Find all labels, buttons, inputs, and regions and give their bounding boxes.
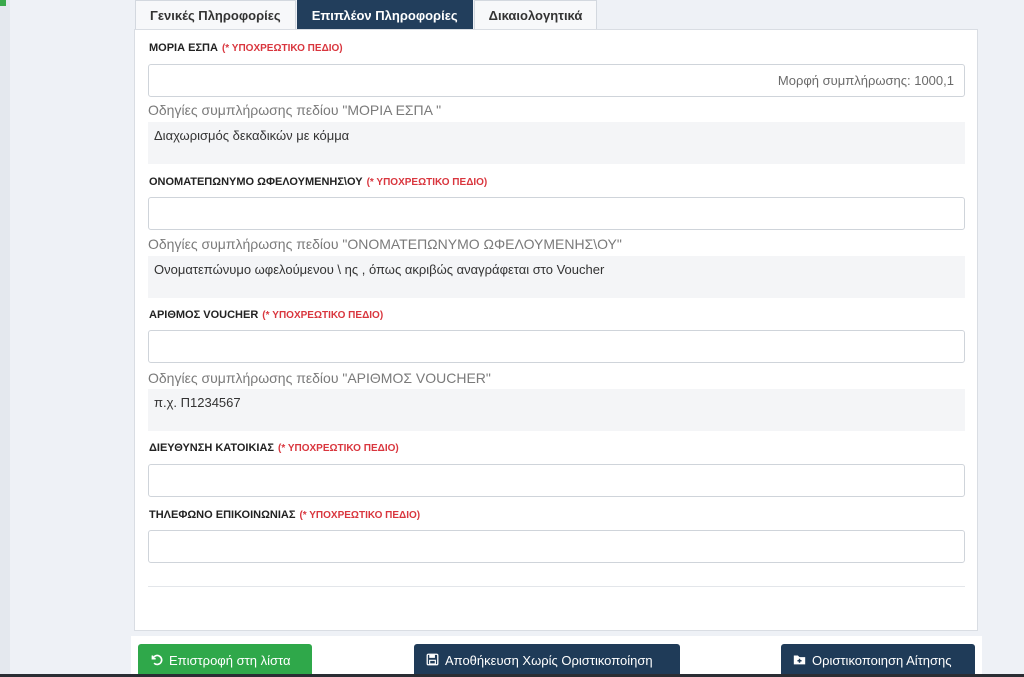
address-label: ΔΙΕΥΘΥΝΣΗ ΚΑΤΟΙΚΙΑΣ (* ΥΠΟΧΡΕΩΤΙΚΟ ΠΕΔΙΟ) [149,442,399,454]
required-marker: (* ΥΠΟΧΡΕΩΤΙΚΟ ΠΕΔΙΟ) [278,443,399,454]
back-button-label: Επιστροφή στη λίστα [169,653,291,668]
floppy-disk-icon [426,653,439,669]
finalize-application-button[interactable]: Οριστικοποιηση Αίτησης [781,644,975,677]
voucher-hint-title: Οδηγίες συμπλήρωσης πεδίου "ΑΡΙΘΜΟΣ VOUC… [148,370,491,386]
page-left-edge [0,0,10,677]
voucher-hint-box: π.χ. Π1234567 [148,389,965,431]
tab-additional-info[interactable]: Επιπλέον Πληροφορίες [296,0,473,29]
moria-label-text: ΜΟΡΙΑ ΕΣΠΑ [149,42,218,54]
required-marker: (* ΥΠΟΧΡΕΩΤΙΚΟ ΠΕΔΙΟ) [221,43,343,54]
voucher-input[interactable] [148,330,965,363]
address-input[interactable] [148,464,965,497]
required-marker: (* ΥΠΟΧΡΕΩΤΙΚΟ ΠΕΔΙΟ) [299,510,421,521]
folder-plus-icon [793,653,806,669]
name-label-text: ΟΝΟΜΑΤΕΠΩΝΥΜΟ ΩΦΕΛΟΥΜΕΝΗΣ\ΟΥ [149,176,363,188]
corner-marker [0,0,6,6]
form-divider [148,586,965,587]
phone-label: ΤΗΛΕΦΩΝΟ ΕΠΙΚΟΙΝΩΝΙΑΣ (* ΥΠΟΧΡΕΩΤΙΚΟ ΠΕΔΙ… [149,509,420,521]
address-label-text: ΔΙΕΥΘΥΝΣΗ ΚΑΤΟΙΚΙΑΣ [149,442,275,454]
moria-hint-title: Οδηγίες συμπλήρωσης πεδίου "ΜΟΡΙΑ ΕΣΠΑ " [148,102,442,118]
name-label: ΟΝΟΜΑΤΕΠΩΝΥΜΟ ΩΦΕΛΟΥΜΕΝΗΣ\ΟΥ (* ΥΠΟΧΡΕΩΤΙ… [149,176,487,188]
required-marker: (* ΥΠΟΧΡΕΩΤΙΚΟ ΠΕΔΙΟ) [366,177,488,188]
name-hint-box: Ονοματεπώνυμο ωφελούμενου \ ης , όπως ακ… [148,256,965,298]
tab-documents[interactable]: Δικαιολογητικά [473,0,598,29]
form-panel: ΜΟΡΙΑ ΕΣΠΑ(* ΥΠΟΧΡΕΩΤΙΚΟ ΠΕΔΙΟ) Οδηγίες … [134,29,978,631]
name-input[interactable] [148,197,965,230]
tab-bar: Γενικές Πληροφορίες Επιπλέον Πληροφορίες… [135,0,598,30]
finalize-button-label: Οριστικοποιηση Αίτησης [812,653,952,668]
moria-input[interactable] [148,64,965,97]
save-without-finalize-button[interactable]: Αποθήκευση Χωρίς Οριστικοποίηση [414,644,680,677]
back-to-list-button[interactable]: Επιστροφή στη λίστα [138,644,312,677]
moria-label: ΜΟΡΙΑ ΕΣΠΑ (* ΥΠΟΧΡΕΩΤΙΚΟ ΠΕΔΙΟ) [149,42,343,54]
undo-arrow-icon [150,653,163,669]
voucher-label-text: ΑΡΙΘΜΟΣ VOUCHER [149,309,259,321]
save-button-label: Αποθήκευση Χωρίς Οριστικοποίηση [445,653,653,668]
phone-label-text: ΤΗΛΕΦΩΝΟ ΕΠΙΚΟΙΝΩΝΙΑΣ [149,509,296,521]
tab-general-info[interactable]: Γενικές Πληροφορίες [135,0,296,29]
voucher-label: ΑΡΙΘΜΟΣ VOUCHER (* ΥΠΟΧΡΕΩΤΙΚΟ ΠΕΔΙΟ) [149,309,383,321]
phone-input[interactable] [148,530,965,563]
required-marker: (* ΥΠΟΧΡΕΩΤΙΚΟ ΠΕΔΙΟ) [262,310,384,321]
name-hint-title: Οδηγίες συμπλήρωσης πεδίου "ΟΝΟΜΑΤΕΠΩΝΥΜ… [148,236,622,252]
moria-hint-box: Διαχωρισμός δεκαδικών με κόμμα [148,122,965,164]
